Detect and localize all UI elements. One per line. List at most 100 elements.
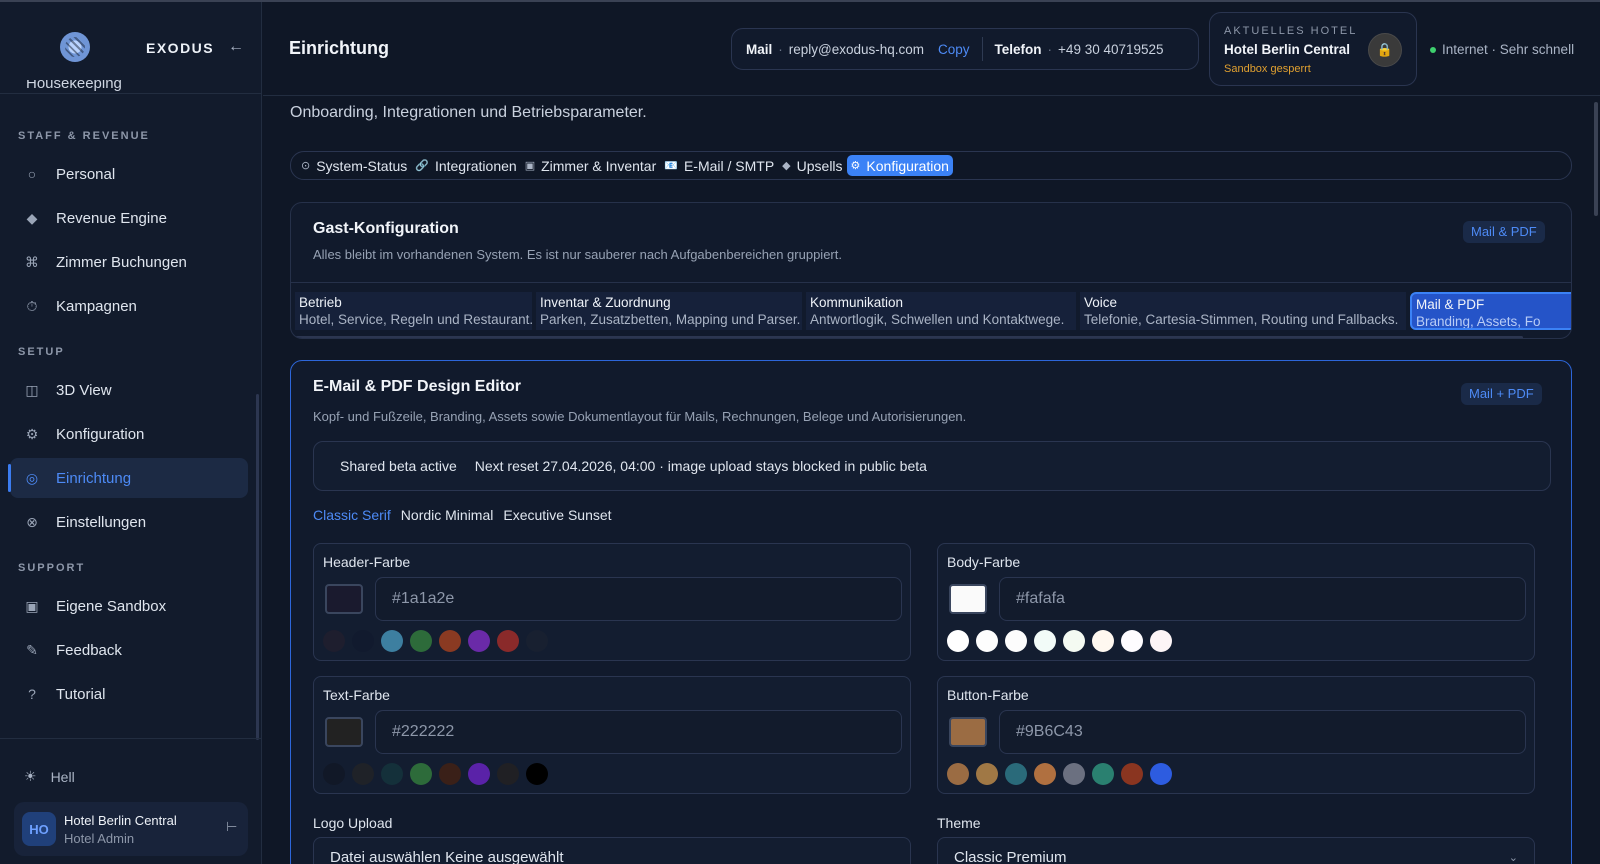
sidebar-item-einrichtung[interactable]: ◎ Einrichtung	[8, 458, 248, 498]
sidebar-item-housekeeping[interactable]: Housekeeping	[26, 80, 122, 92]
sidebar: EXODUS ← Housekeeping STAFF & REVENUE ○ …	[0, 2, 262, 864]
subtab-voice[interactable]: Voice Telefonie, Cartesia-Stimmen, Routi…	[1080, 292, 1406, 330]
palette-color-option[interactable]	[1150, 630, 1172, 652]
palette-color-option[interactable]	[1092, 630, 1114, 652]
palette-color-option[interactable]	[1150, 763, 1172, 785]
subtab-inventar-zuordnung[interactable]: Inventar & Zuordnung Parken, Zusatzbette…	[536, 292, 802, 330]
chevron-down-icon: ⌄	[1508, 852, 1518, 864]
sidebar-item-revenue-engine[interactable]: ◆ Revenue Engine	[10, 198, 248, 238]
preset-classic-serif[interactable]: Classic Serif	[313, 507, 391, 523]
sidebar-item-3d-view[interactable]: ◫ 3D View	[10, 370, 248, 410]
color-hex-input[interactable]: #9B6C43	[999, 710, 1526, 754]
tab-zimmer-inventar[interactable]: ▣ Zimmer & Inventar	[521, 155, 661, 176]
color-hex-input[interactable]: #222222	[375, 710, 902, 754]
copy-button[interactable]: Copy	[938, 42, 970, 57]
tab-upsells[interactable]: ◆ Upsells	[778, 155, 846, 176]
card-title: E-Mail & PDF Design Editor	[313, 378, 522, 395]
palette-color-option[interactable]	[526, 630, 548, 652]
link-icon: 🔗	[415, 160, 429, 172]
palette-color-option[interactable]	[468, 763, 490, 785]
palette-color-option[interactable]	[381, 763, 403, 785]
sidebar-item-personal[interactable]: ○ Personal	[10, 154, 248, 194]
theme-label: Theme	[937, 815, 981, 831]
palette-color-option[interactable]	[1121, 763, 1143, 785]
sidebar-item-tutorial[interactable]: ? Tutorial	[10, 674, 248, 714]
tab-label: E-Mail / SMTP	[683, 157, 775, 174]
palette-color-option[interactable]	[410, 630, 432, 652]
preset-nordic-minimal[interactable]: Nordic Minimal	[401, 507, 494, 523]
palette-color-option[interactable]	[410, 763, 432, 785]
color-hex-input[interactable]: #fafafa	[999, 577, 1526, 621]
palette-color-option[interactable]	[947, 763, 969, 785]
color-swatch[interactable]	[949, 717, 987, 747]
palette-color-option[interactable]	[323, 630, 345, 652]
sidebar-scrollbar[interactable]	[256, 394, 259, 740]
tab-email-smtp[interactable]: 📧 E-Mail / SMTP	[660, 155, 778, 176]
palette-color-option[interactable]	[976, 763, 998, 785]
subtab-desc: Antwortlogik, Schwellen und Kontaktwege.	[810, 312, 1065, 327]
tab-konfiguration[interactable]: ⚙ Konfiguration	[846, 155, 953, 176]
color-swatch[interactable]	[949, 584, 987, 614]
palette-color-option[interactable]	[352, 763, 374, 785]
palette-color-option[interactable]	[1063, 630, 1085, 652]
palette-color-option[interactable]	[1034, 630, 1056, 652]
tab-label: System-Status	[316, 157, 408, 174]
palette-color-option[interactable]	[468, 630, 490, 652]
subtabs-scrollbar[interactable]	[295, 336, 1523, 338]
field-label: Button-Farbe	[947, 687, 1029, 703]
lock-icon[interactable]: 🔒	[1368, 33, 1402, 67]
palette-color-option[interactable]	[526, 763, 548, 785]
cube-icon: ◫	[25, 381, 39, 398]
color-hex-input[interactable]: #1a1a2e	[375, 577, 902, 621]
palette-color-option[interactable]	[439, 763, 461, 785]
theme-toggle[interactable]: ☀ Hell	[24, 768, 75, 785]
tab-system-status[interactable]: ⊙ System-Status	[297, 155, 411, 176]
logout-icon[interactable]: ⊢	[226, 819, 237, 835]
palette-color-option[interactable]	[1063, 763, 1085, 785]
color-swatch[interactable]	[325, 584, 363, 614]
palette-color-option[interactable]	[1092, 763, 1114, 785]
target-icon: ◎	[25, 469, 39, 486]
palette-color-option[interactable]	[1005, 630, 1027, 652]
palette-color-option[interactable]	[1034, 763, 1056, 785]
collapse-sidebar-icon[interactable]: ←	[228, 38, 244, 56]
color-swatch[interactable]	[325, 717, 363, 747]
tab-integrationen[interactable]: 🔗 Integrationen	[411, 155, 520, 176]
user-card[interactable]: HO Hotel Berlin Central Hotel Admin ⊢	[14, 802, 248, 856]
sidebar-item-einstellungen[interactable]: ⊗ Einstellungen	[10, 502, 248, 542]
palette-color-option[interactable]	[976, 630, 998, 652]
sidebar-item-feedback[interactable]: ✎ Feedback	[10, 630, 248, 670]
subtab-kommunikation[interactable]: Kommunikation Antwortlogik, Schwellen un…	[806, 292, 1076, 330]
field-label: Body-Farbe	[947, 554, 1021, 570]
logo-upload-input[interactable]: Datei auswählen Keine ausgewählt	[313, 837, 911, 864]
subtab-mail-pdf[interactable]: Mail & PDF Branding, Assets, Fo	[1410, 292, 1571, 330]
exodus-logo-icon[interactable]	[60, 32, 90, 62]
palette-color-option[interactable]	[323, 763, 345, 785]
subtab-betrieb[interactable]: Betrieb Hotel, Service, Regeln und Resta…	[295, 292, 532, 330]
palette-color-option[interactable]	[497, 630, 519, 652]
palette-color-option[interactable]	[947, 630, 969, 652]
theme-select[interactable]: Classic Premium ⌄	[937, 837, 1535, 864]
sidebar-item-kampagnen[interactable]: ⏱ Kampagnen	[10, 286, 248, 326]
palette-color-option[interactable]	[497, 763, 519, 785]
current-hotel-label: AKTUELLES HOTEL	[1224, 25, 1358, 37]
timer-icon: ⏱	[26, 297, 38, 314]
palette-color-option[interactable]	[352, 630, 374, 652]
current-hotel-card[interactable]: AKTUELLES HOTEL Hotel Berlin Central San…	[1209, 12, 1417, 86]
page-subtitle: Onboarding, Integrationen und Betriebspa…	[290, 104, 647, 121]
palette-color-option[interactable]	[1005, 763, 1027, 785]
sidebar-item-zimmer-buchungen[interactable]: ⌘ Zimmer Buchungen	[10, 242, 248, 282]
sidebar-item-eigene-sandbox[interactable]: ▣ Eigene Sandbox	[10, 586, 248, 626]
palette-color-option[interactable]	[1121, 630, 1143, 652]
text-color-field: Text-Farbe #222222	[313, 676, 911, 794]
main-scrollbar[interactable]	[1594, 102, 1598, 216]
sidebar-item-konfiguration[interactable]: ⚙ Konfiguration	[10, 414, 248, 454]
body-color-field: Body-Farbe #fafafa	[937, 543, 1535, 661]
palette-color-option[interactable]	[381, 630, 403, 652]
preset-executive-sunset[interactable]: Executive Sunset	[503, 507, 611, 523]
palette-color-option[interactable]	[439, 630, 461, 652]
logo-upload-label: Logo Upload	[313, 815, 393, 831]
card-title: Gast-Konfiguration	[313, 220, 459, 237]
network-status: Internet · Sehr schnell	[1430, 42, 1574, 57]
sandbox-icon: ▣	[25, 597, 39, 614]
